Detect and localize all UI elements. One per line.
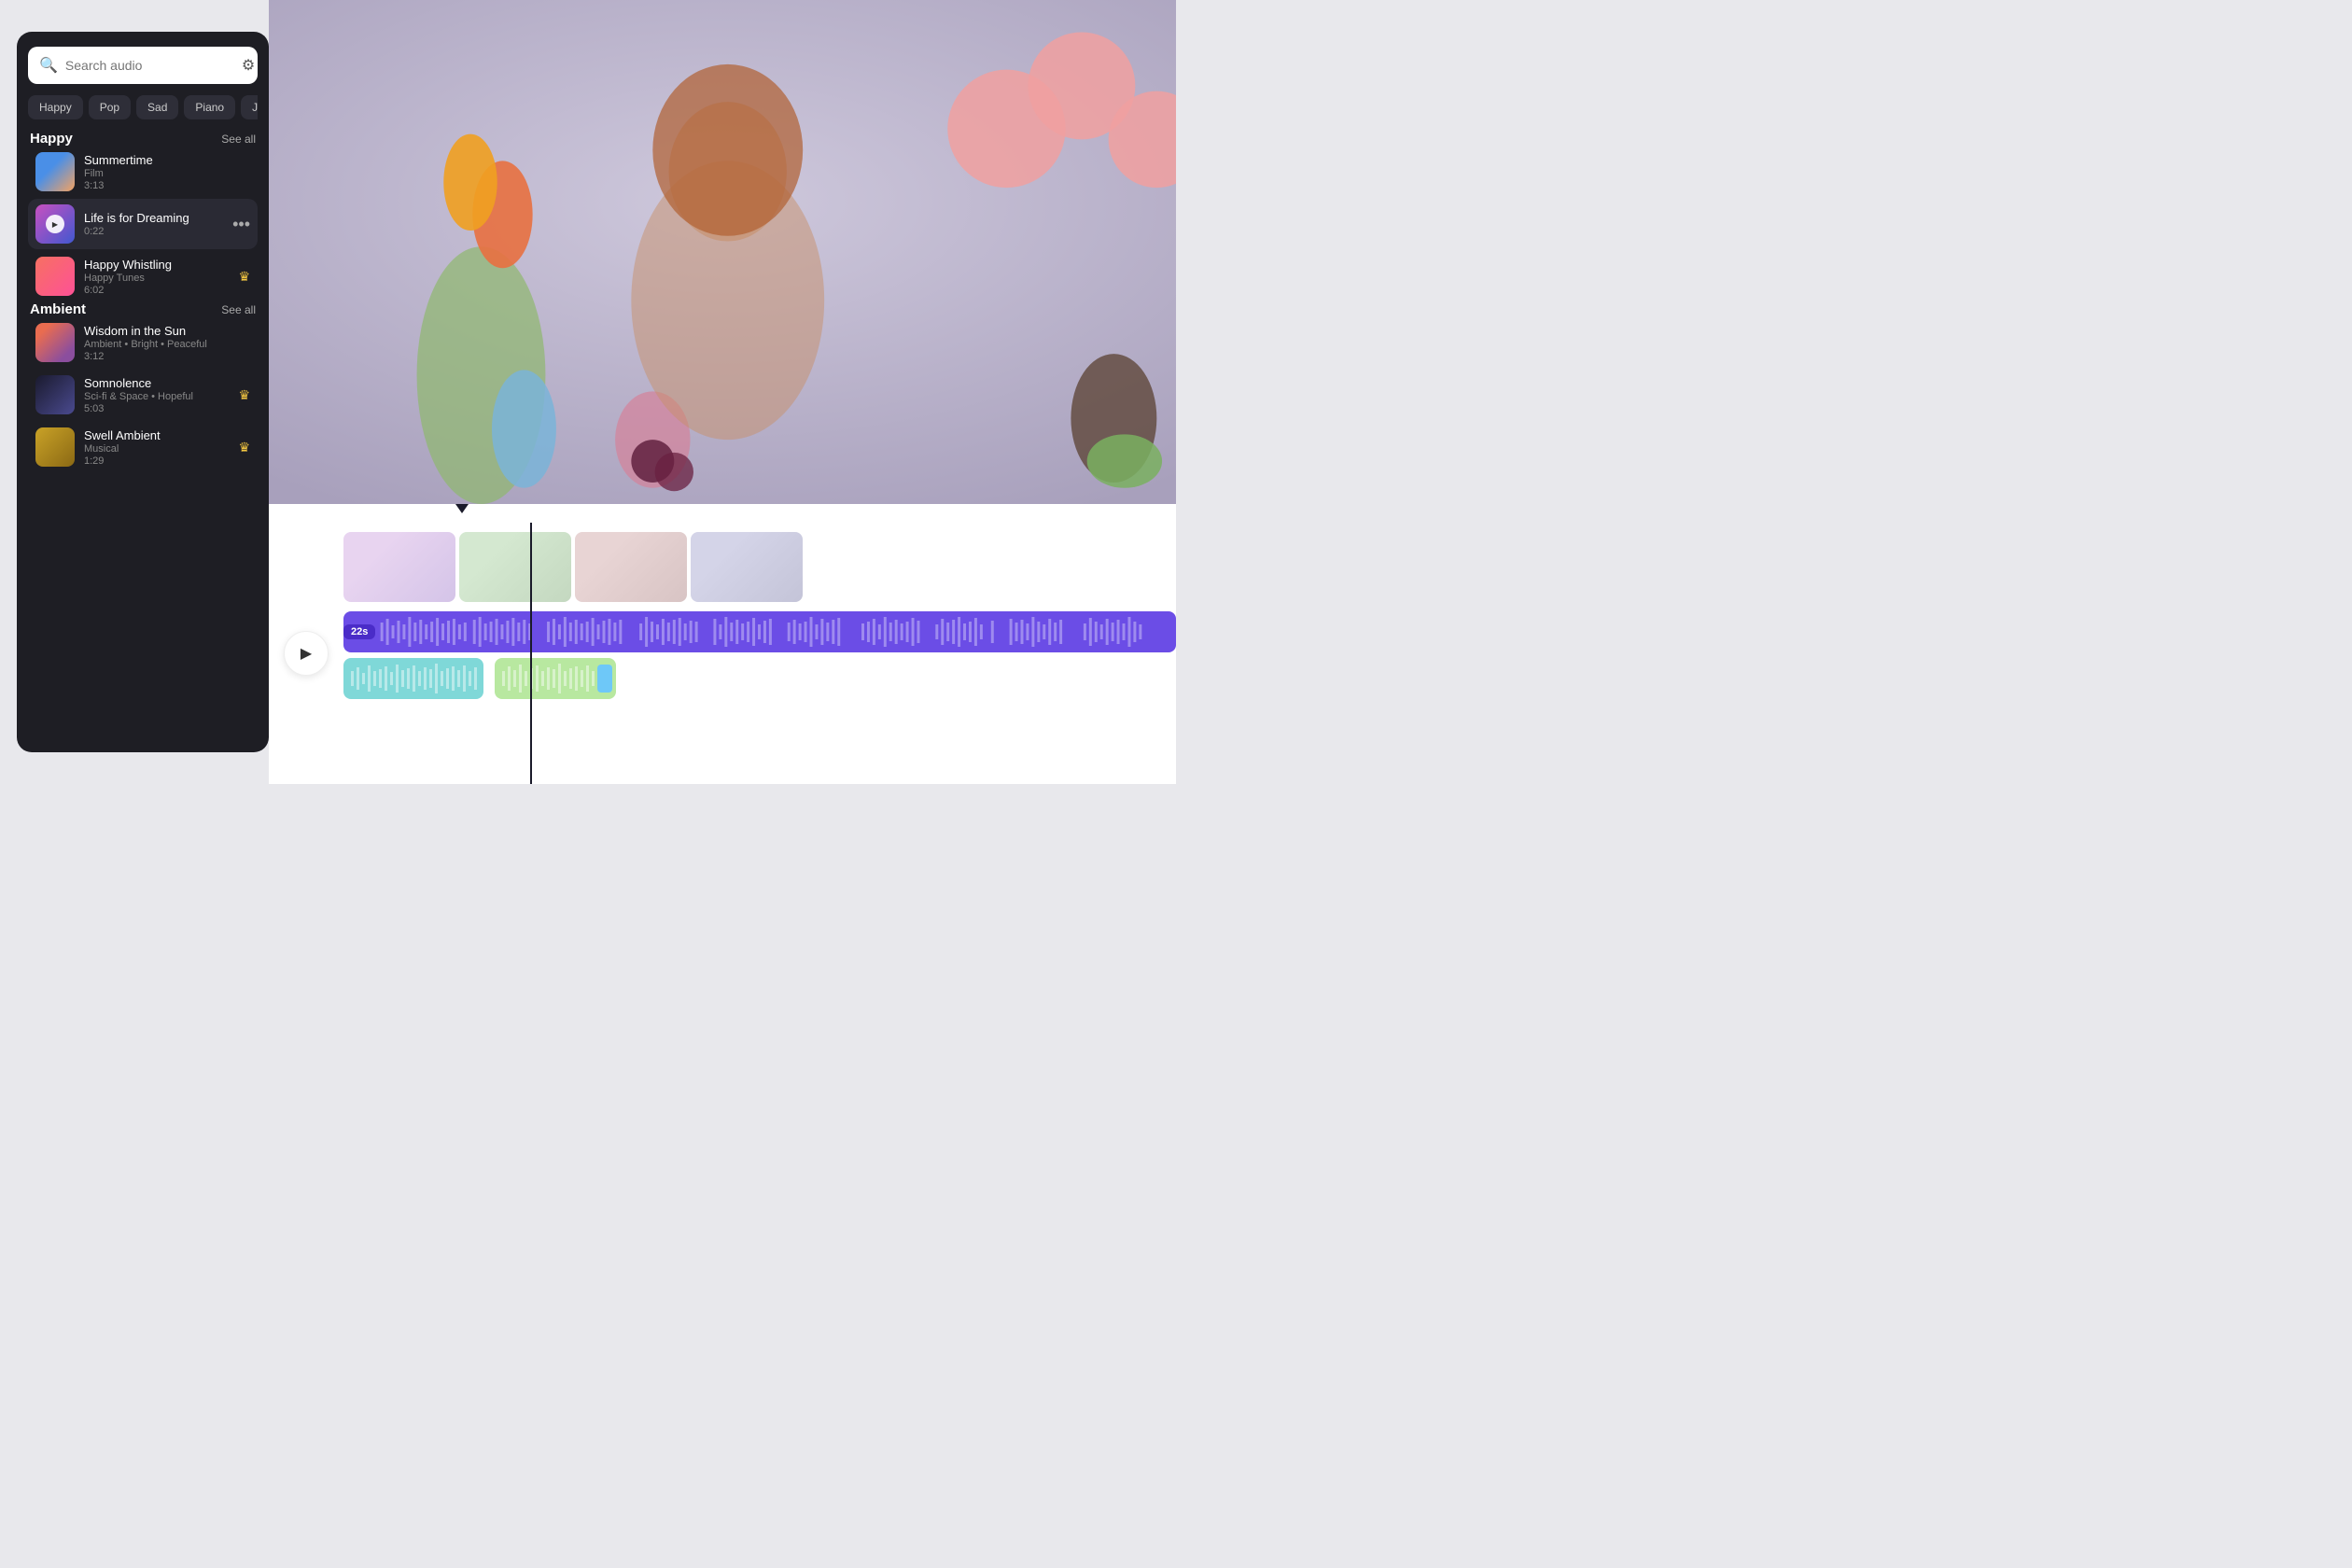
waveform-svg [343, 611, 1176, 652]
track-info-somnolence: Somnolence Sci-fi & Space • Hopeful 5:03 [84, 376, 229, 414]
playhead-triangle [455, 504, 469, 513]
video-thumbs-row [343, 523, 1176, 609]
track-name-summertime: Summertime [84, 153, 250, 167]
track-name-life-is-for-dreaming: Life is for Dreaming [84, 211, 223, 225]
track-genre-summertime: Film [84, 168, 250, 179]
track-dots-life-is-for-dreaming[interactable]: ••• [232, 215, 250, 234]
track-info-wisdom-in-the-sun: Wisdom in the Sun Ambient • Bright • Pea… [84, 324, 250, 362]
track-duration-somnolence: 5:03 [84, 403, 229, 414]
audio-time-label: 22s [343, 624, 375, 639]
track-info-life-is-for-dreaming: Life is for Dreaming 0:22 [84, 211, 223, 237]
timeline-content: ▶ 22s [269, 523, 1176, 784]
audio-waveform-purple[interactable]: 22s [343, 611, 1176, 652]
track-duration-swell-ambient: 1:29 [84, 455, 229, 467]
green-waveform [495, 658, 616, 699]
timeline-area: ▶ 22s [269, 504, 1176, 784]
filter-icon[interactable]: ⚙ [242, 56, 255, 75]
track-genre-wisdom-in-the-sun: Ambient • Bright • Peaceful [84, 339, 250, 350]
audio-clip-cyan[interactable] [343, 658, 483, 699]
crown-icon-somnolence: ♛ [238, 387, 250, 403]
tag-jazz[interactable]: Jazz [241, 95, 258, 119]
playhead-row [269, 504, 1176, 523]
track-name-somnolence: Somnolence [84, 376, 229, 390]
track-item-happy-whistling[interactable]: Happy Whistling Happy Tunes 6:02 ♛ [28, 251, 258, 301]
track-duration-happy-whistling: 6:02 [84, 285, 229, 296]
track-item-somnolence[interactable]: Somnolence Sci-fi & Space • Hopeful 5:03… [28, 370, 258, 420]
track-duration-wisdom-in-the-sun: 3:12 [84, 351, 250, 362]
scene-svg [269, 0, 1176, 504]
search-bar[interactable]: 🔍 ⚙ [28, 47, 258, 84]
track-list-ambient: Wisdom in the Sun Ambient • Bright • Pea… [28, 317, 258, 472]
track-item-swell-ambient[interactable]: Swell Ambient Musical 1:29 ♛ [28, 422, 258, 472]
tag-sad[interactable]: Sad [136, 95, 178, 119]
audio-clip-green[interactable] [495, 658, 616, 699]
play-button[interactable]: ▶ [284, 631, 329, 676]
track-thumb-wisdom-in-the-sun [35, 323, 75, 362]
track-info-swell-ambient: Swell Ambient Musical 1:29 [84, 428, 229, 467]
track-item-wisdom-in-the-sun[interactable]: Wisdom in the Sun Ambient • Bright • Pea… [28, 317, 258, 368]
video-thumb-2[interactable] [459, 532, 571, 602]
video-preview [269, 0, 1176, 504]
timeline-tracks: 22s [343, 523, 1176, 784]
play-overlay: ▶ [46, 215, 64, 233]
audio-panel: 🔍 ⚙ Happy Pop Sad Piano Jazz Bi› Happy S… [17, 32, 269, 752]
track-thumb-summertime [35, 152, 75, 191]
tag-happy[interactable]: Happy [28, 95, 83, 119]
tag-pop[interactable]: Pop [89, 95, 131, 119]
track-list-happy: Summertime Film 3:13 ▶ Life is for Dream… [28, 147, 258, 301]
track-item-life-is-for-dreaming[interactable]: ▶ Life is for Dreaming 0:22 ••• [28, 199, 258, 249]
section-header-ambient: Ambient See all [28, 301, 258, 317]
video-thumb-1[interactable] [343, 532, 455, 602]
search-icon: 🔍 [39, 56, 58, 75]
track-duration-life-is-for-dreaming: 0:22 [84, 226, 223, 237]
track-name-swell-ambient: Swell Ambient [84, 428, 229, 442]
track-thumb-happy-whistling [35, 257, 75, 296]
track-name-happy-whistling: Happy Whistling [84, 258, 229, 272]
woman-scene [269, 0, 1176, 504]
track-item-summertime[interactable]: Summertime Film 3:13 [28, 147, 258, 197]
tags-row: Happy Pop Sad Piano Jazz Bi› [28, 95, 258, 119]
section-header-happy: Happy See all [28, 131, 258, 147]
sections-container: Happy See all Summertime Film 3:13 ▶ Lif… [28, 131, 258, 472]
video-thumb-3[interactable] [575, 532, 687, 602]
section-title-happy: Happy [30, 131, 73, 147]
track-genre-somnolence: Sci-fi & Space • Hopeful [84, 391, 229, 402]
audio-clips-row [343, 654, 1176, 703]
video-thumb-4[interactable] [691, 532, 803, 602]
right-panel: ▶ 22s [269, 0, 1176, 784]
see-all-happy[interactable]: See all [221, 133, 256, 146]
track-duration-summertime: 3:13 [84, 180, 250, 191]
crown-icon-swell-ambient: ♛ [238, 440, 250, 455]
track-name-wisdom-in-the-sun: Wisdom in the Sun [84, 324, 250, 338]
track-thumb-swell-ambient [35, 427, 75, 467]
cyan-waveform [343, 658, 483, 699]
play-button-area: ▶ [269, 523, 343, 784]
section-title-ambient: Ambient [30, 301, 86, 317]
search-input[interactable] [65, 58, 234, 73]
playline [530, 523, 532, 784]
playhead-marker [455, 504, 469, 513]
track-genre-swell-ambient: Musical [84, 443, 229, 455]
crown-icon-happy-whistling: ♛ [238, 269, 250, 285]
track-genre-happy-whistling: Happy Tunes [84, 273, 229, 284]
track-info-happy-whistling: Happy Whistling Happy Tunes 6:02 [84, 258, 229, 296]
track-thumb-life-is-for-dreaming: ▶ [35, 204, 75, 244]
play-icon: ▶ [301, 644, 312, 663]
tag-piano[interactable]: Piano [184, 95, 235, 119]
see-all-ambient[interactable]: See all [221, 303, 256, 316]
track-info-summertime: Summertime Film 3:13 [84, 153, 250, 191]
track-thumb-somnolence [35, 375, 75, 414]
audio-track-row: 22s [343, 609, 1176, 654]
